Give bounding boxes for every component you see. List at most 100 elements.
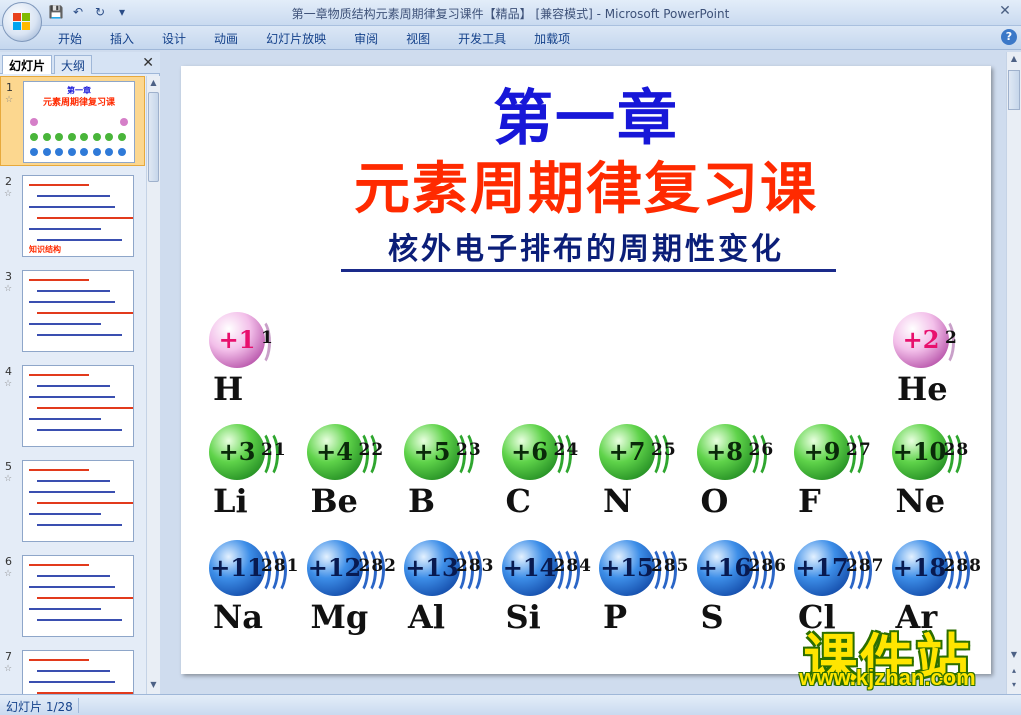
thumb-text-line [37,239,122,241]
animation-star-icon: ☆ [4,664,13,674]
status-separator [78,698,79,713]
window-title: 第一章物质结构元素周期律复习课件【精品】 [兼容模式] - Microsoft … [291,7,730,21]
slide-thumbnail-5[interactable]: 5 ☆ [0,456,145,546]
element-F: +9 27 F [794,424,884,534]
scrollbar-thumb[interactable] [1008,70,1020,110]
thumb-text-line [37,502,133,504]
nuclear-charge: +11 [210,553,264,582]
element-symbol: B [408,482,436,520]
ribbon: 开始 插入 设计 动画 幻灯片放映 审阅 视图 开发工具 加载项 ? [0,26,1021,50]
slide-thumbnail-image: 第一章 元素周期律复习课 [23,81,135,163]
nuclear-charge: +7 [608,437,646,466]
thumb-text-line [29,396,115,398]
element-symbol: N [603,482,633,520]
scroll-down-arrow-icon[interactable]: ▼ [1007,648,1021,662]
nuclear-charge: +18 [892,553,947,582]
slide-number: 4 [5,365,12,378]
scrollbar-thumb[interactable] [148,92,159,182]
slide-thumbnail-image [22,270,134,352]
ribbon-tab-6[interactable]: 视图 [406,30,430,47]
element-symbol: Be [310,482,358,520]
animation-star-icon: ☆ [4,379,13,389]
nuclear-charge: +15 [600,553,654,582]
thumb-atom-dot [30,148,38,156]
ribbon-tab-1[interactable]: 插入 [110,30,134,47]
element-P: +15 285 P [599,540,689,650]
slide-thumbnail-3[interactable]: 3 ☆ [0,266,145,356]
element-symbol: P [603,598,628,636]
slide-thumbnail-7[interactable]: 7 ☆ [0,646,145,694]
slide-scrollbar[interactable]: ▲ ▼ ▴ ▾ [1006,52,1021,694]
slide-thumbnail-image [22,650,134,694]
slide-thumbnail-2[interactable]: 2 ☆ 知识结构 [0,171,145,261]
slide-number: 6 [5,555,12,568]
slide-counter: 幻灯片 1/28 [6,700,73,714]
current-slide[interactable]: 第一章 元素周期律复习课 核外电子排布的周期性变化 +1 1 H +2 2 He +3 21 L… [181,66,991,674]
element-symbol: Na [213,598,263,636]
nuclear-charge: +4 [316,437,353,466]
ribbon-tab-8[interactable]: 加载项 [534,30,570,47]
close-panel-icon[interactable]: ✕ [142,55,154,71]
scroll-up-arrow-icon[interactable]: ▲ [1007,52,1021,66]
element-Li: +3 21 Li [209,424,299,534]
next-slide-icon[interactable]: ▾ [1007,678,1021,692]
tab-slides[interactable]: 幻灯片 [2,55,53,74]
thumb-text-line [29,564,89,566]
thumb-text-line [29,301,115,303]
element-symbol: S [700,598,724,636]
element-symbol: Ne [895,482,946,520]
watermark-logo: 课件站 www.kjzhan.com [770,615,1005,695]
thumb-atom-dot [117,133,126,141]
thumb-text-line [29,279,89,281]
nuclear-charge: +16 [697,553,752,582]
slide-thumbnail-1[interactable]: 1 ☆ 第一章 元素周期律复习课 [0,76,145,166]
ribbon-tab-2[interactable]: 设计 [162,30,186,47]
nuclear-charge: +13 [405,553,459,582]
electron-configuration: 21 [261,440,287,460]
thumb-text-line [37,575,110,577]
slide-thumbnail-image [22,460,134,542]
thumb-text-line [37,407,133,409]
element-symbol: Mg [310,598,369,636]
nuclear-charge: +10 [892,437,947,466]
tab-outline[interactable]: 大纲 [54,55,93,74]
slide-number: 3 [5,270,12,283]
ribbon-tab-5[interactable]: 审阅 [354,30,378,47]
element-H: +1 1 H [209,312,299,422]
ribbon-tab-0[interactable]: 开始 [58,30,82,47]
electron-configuration: 281 [261,556,300,576]
element-symbol: O [700,482,729,520]
nuclear-charge: +6 [511,437,548,466]
element-Be: +4 22 Be [306,424,397,534]
ribbon-tab-3[interactable]: 动画 [214,30,238,47]
office-logo-icon [13,13,31,31]
previous-slide-icon[interactable]: ▴ [1007,664,1021,678]
office-button[interactable] [2,2,42,42]
element-Na: +11 281 Na [209,540,299,650]
slide-thumbnail-4[interactable]: 4 ☆ [0,361,145,451]
nuclear-charge: +2 [902,325,940,354]
thumb-atom-dot [92,148,101,156]
thumb-text-line [37,597,133,599]
ribbon-tab-4[interactable]: 幻灯片放映 [266,30,326,47]
nuclear-charge: +3 [218,437,256,466]
scroll-up-arrow-icon[interactable]: ▲ [147,76,160,90]
thumb-atom-dot [30,133,38,141]
electron-configuration: 24 [553,440,580,460]
help-icon[interactable]: ? [1001,29,1017,45]
slide-title: 元素周期律复习课 [354,156,818,222]
element-symbol: Si [505,598,541,636]
scroll-down-arrow-icon[interactable]: ▼ [147,678,160,692]
thumb-text-line [29,206,115,208]
element-symbol: C [505,482,531,520]
slide-thumbnail-image [22,365,134,447]
ribbon-tab-7[interactable]: 开发工具 [458,30,506,47]
subtitle-underline [341,269,836,272]
thumb-atom-dot [80,148,88,156]
close-window-icon[interactable]: ✕ [997,3,1013,19]
slide-thumbnail-6[interactable]: 6 ☆ [0,551,145,641]
status-bar: 幻灯片 1/28 [0,694,1021,715]
slide-number: 5 [5,460,12,473]
thumbnail-scrollbar[interactable]: ▲ ▼ [146,76,160,694]
slide-number: 2 [5,175,12,188]
